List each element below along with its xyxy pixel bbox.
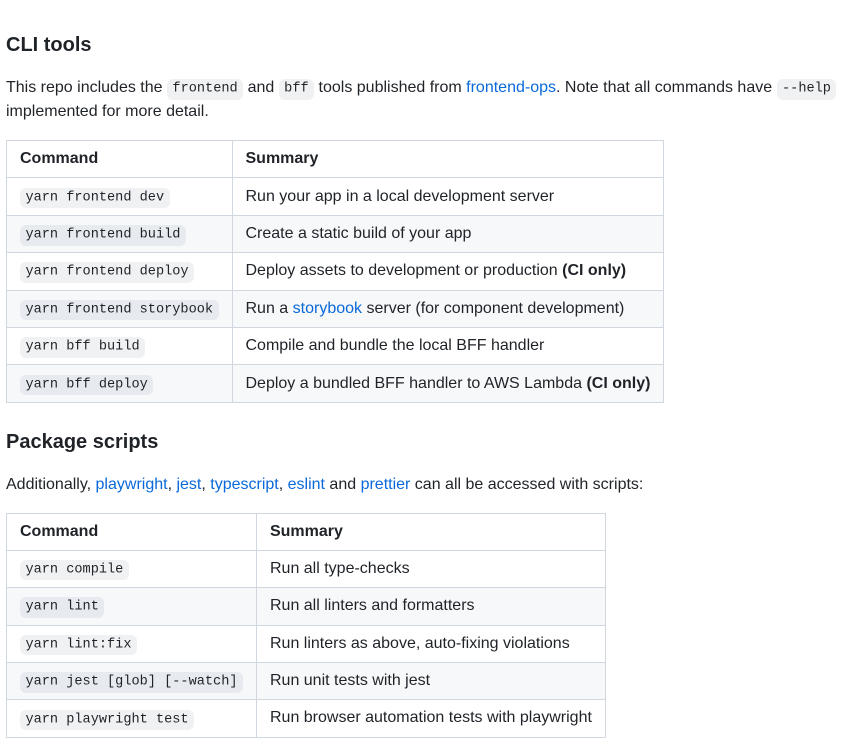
- package-scripts-table: Command Summary yarn compile Run all typ…: [6, 513, 606, 738]
- table-row: yarn playwright test Run browser automat…: [7, 700, 606, 737]
- ci-only-badge: (CI only): [586, 375, 650, 392]
- summary-header: Summary: [232, 141, 664, 178]
- table-row: yarn lint Run all linters and formatters: [7, 588, 606, 625]
- storybook-link[interactable]: storybook: [293, 300, 362, 317]
- table-row: yarn bff build Compile and bundle the lo…: [7, 327, 664, 364]
- command-code: yarn frontend deploy: [20, 262, 194, 282]
- intro-text: ,: [201, 476, 210, 493]
- command-code: yarn bff build: [20, 337, 145, 357]
- intro-text: . Note that all commands have: [556, 79, 777, 96]
- help-code: --help: [777, 79, 837, 99]
- summary-cell: Run all linters and formatters: [256, 588, 605, 625]
- eslint-link[interactable]: eslint: [288, 476, 325, 493]
- summary-text: Deploy a bundled BFF handler to AWS Lamb…: [246, 375, 587, 392]
- intro-text: and: [243, 79, 279, 96]
- summary-cell: Run all type-checks: [256, 550, 605, 587]
- summary-header: Summary: [256, 513, 605, 550]
- summary-cell: Compile and bundle the local BFF handler: [232, 327, 664, 364]
- summary-cell: Run browser automation tests with playwr…: [256, 700, 605, 737]
- intro-text: can all be accessed with scripts:: [410, 476, 643, 493]
- table-row: yarn frontend dev Run your app in a loca…: [7, 178, 664, 215]
- cli-tools-intro: This repo includes the frontend and bff …: [6, 76, 838, 124]
- command-code: yarn playwright test: [20, 710, 194, 730]
- package-scripts-intro: Additionally, playwright, jest, typescri…: [6, 473, 838, 497]
- intro-text: ,: [279, 476, 288, 493]
- summary-cell: Run a storybook server (for component de…: [232, 290, 664, 327]
- summary-cell: Create a static build of your app: [232, 215, 664, 252]
- command-cell: yarn playwright test: [7, 700, 257, 737]
- prettier-link[interactable]: prettier: [361, 476, 411, 493]
- command-cell: yarn jest [glob] [--watch]: [7, 662, 257, 699]
- package-scripts-heading: Package scripts: [6, 427, 838, 457]
- command-header: Command: [7, 141, 233, 178]
- summary-text: Deploy assets to development or producti…: [246, 262, 563, 279]
- command-cell: yarn lint: [7, 588, 257, 625]
- command-code: yarn frontend build: [20, 225, 186, 245]
- cli-tools-heading: CLI tools: [6, 30, 838, 60]
- cli-tools-table: Command Summary yarn frontend dev Run yo…: [6, 140, 664, 402]
- table-row: yarn frontend deploy Deploy assets to de…: [7, 253, 664, 290]
- typescript-link[interactable]: typescript: [210, 476, 278, 493]
- frontend-code: frontend: [167, 79, 243, 99]
- table-row: yarn compile Run all type-checks: [7, 550, 606, 587]
- command-code: yarn bff deploy: [20, 375, 153, 395]
- command-code: yarn lint:fix: [20, 635, 137, 655]
- summary-cell: Deploy assets to development or producti…: [232, 253, 664, 290]
- summary-text: Run a: [246, 300, 293, 317]
- command-cell: yarn bff build: [7, 327, 233, 364]
- command-code: yarn compile: [20, 560, 129, 580]
- table-row: yarn frontend build Create a static buil…: [7, 215, 664, 252]
- command-cell: yarn frontend storybook: [7, 290, 233, 327]
- command-code: yarn jest [glob] [--watch]: [20, 672, 243, 692]
- summary-cell: Run unit tests with jest: [256, 662, 605, 699]
- command-cell: yarn frontend dev: [7, 178, 233, 215]
- command-code: yarn frontend dev: [20, 188, 170, 208]
- ci-only-badge: (CI only): [562, 262, 626, 279]
- playwright-link[interactable]: playwright: [96, 476, 168, 493]
- command-code: yarn frontend storybook: [20, 300, 219, 320]
- command-cell: yarn bff deploy: [7, 365, 233, 402]
- summary-text: server (for component development): [362, 300, 624, 317]
- jest-link[interactable]: jest: [176, 476, 201, 493]
- table-row: yarn lint:fix Run linters as above, auto…: [7, 625, 606, 662]
- command-code: yarn lint: [20, 597, 104, 617]
- frontend-ops-link[interactable]: frontend-ops: [466, 79, 556, 96]
- table-header-row: Command Summary: [7, 513, 606, 550]
- command-cell: yarn lint:fix: [7, 625, 257, 662]
- summary-cell: Deploy a bundled BFF handler to AWS Lamb…: [232, 365, 664, 402]
- intro-text: This repo includes the: [6, 79, 167, 96]
- intro-text: tools published from: [314, 79, 466, 96]
- command-cell: yarn frontend deploy: [7, 253, 233, 290]
- summary-cell: Run your app in a local development serv…: [232, 178, 664, 215]
- table-row: yarn frontend storybook Run a storybook …: [7, 290, 664, 327]
- summary-cell: Run linters as above, auto-fixing violat…: [256, 625, 605, 662]
- intro-text: implemented for more detail.: [6, 103, 209, 120]
- command-header: Command: [7, 513, 257, 550]
- intro-text: and: [325, 476, 361, 493]
- table-row: yarn bff deploy Deploy a bundled BFF han…: [7, 365, 664, 402]
- table-row: yarn jest [glob] [--watch] Run unit test…: [7, 662, 606, 699]
- bff-code: bff: [279, 79, 314, 99]
- table-header-row: Command Summary: [7, 141, 664, 178]
- intro-text: Additionally,: [6, 476, 96, 493]
- command-cell: yarn frontend build: [7, 215, 233, 252]
- command-cell: yarn compile: [7, 550, 257, 587]
